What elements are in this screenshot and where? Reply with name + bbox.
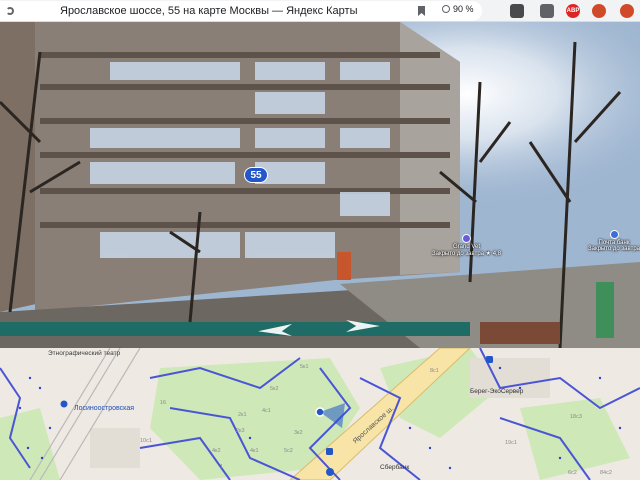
map-house-number: 10с1: [140, 438, 152, 444]
street-panorama[interactable]: 55 Grand Vet Закрыто до завтра ★ 4,8 Поч…: [0, 22, 640, 348]
map-house-number: 4с1: [262, 408, 271, 414]
map-house-number: 3к2: [294, 430, 303, 436]
poi-pochta-bank[interactable]: Почта банк Закрыто до завтра: [588, 230, 640, 252]
map-house-number: 8с1: [430, 368, 439, 374]
browser-toolbar: Ярославское шоссе, 55 на карте Москвы — …: [0, 0, 640, 22]
extension-1-icon[interactable]: [510, 4, 524, 18]
map-house-number: 5к2: [270, 386, 279, 392]
bookmark-icon[interactable]: [418, 6, 425, 16]
poi-status: Закрыто до завтра ★ 4,8: [432, 251, 502, 257]
map-house-number: 2к1: [238, 412, 247, 418]
map-view[interactable]: Этнографический театр Лосиноостровская Я…: [0, 348, 640, 480]
map-house-number: 5к1: [300, 364, 309, 370]
map-house-number: 4к1: [250, 448, 259, 454]
map-canvas: [0, 348, 640, 480]
extension-5-icon[interactable]: [620, 4, 634, 18]
map-label-station[interactable]: Лосиноостровская: [74, 405, 134, 412]
map-label-sberbank[interactable]: Сбербанк: [380, 464, 409, 471]
panorama-scene: [0, 22, 640, 348]
bank-icon: [609, 230, 619, 239]
map-house-number: 4к2: [212, 448, 221, 454]
address-bar[interactable]: Ярославское шоссе, 55 на карте Москвы — …: [0, 1, 482, 21]
map-house-number: 6с2: [568, 470, 577, 476]
map-label-theatre[interactable]: Этнографический театр: [48, 350, 120, 357]
veterinary-icon: [462, 234, 472, 243]
extension-2-icon[interactable]: [540, 4, 554, 18]
zoom-magnifier-icon: [442, 5, 450, 13]
map-house-number: 2к3: [236, 428, 245, 434]
extension-4-icon[interactable]: [592, 4, 606, 18]
house-number-badge[interactable]: 55: [244, 167, 268, 183]
map-house-number: 19с1: [505, 440, 517, 446]
page-title: Ярославское шоссе, 55 на карте Москвы — …: [60, 5, 358, 17]
map-house-number: 5с2: [284, 448, 293, 454]
map-house-number: 1: [220, 464, 224, 470]
map-house-number: 18с3: [570, 414, 582, 420]
map-house-number: 16: [160, 400, 167, 406]
zoom-level: 90 %: [453, 4, 474, 14]
poi-grand-vet[interactable]: Grand Vet Закрыто до завтра ★ 4,8: [432, 234, 501, 257]
map-house-number: 84с2: [600, 470, 612, 476]
zoom-indicator[interactable]: 90 %: [442, 4, 474, 14]
map-label-store[interactable]: Берег-ЭкоСервер: [470, 388, 523, 395]
adblock-plus-icon[interactable]: ABP: [566, 4, 580, 18]
poi-status: Закрыто до завтра: [588, 246, 640, 252]
page-favicon-icon: [6, 7, 14, 15]
